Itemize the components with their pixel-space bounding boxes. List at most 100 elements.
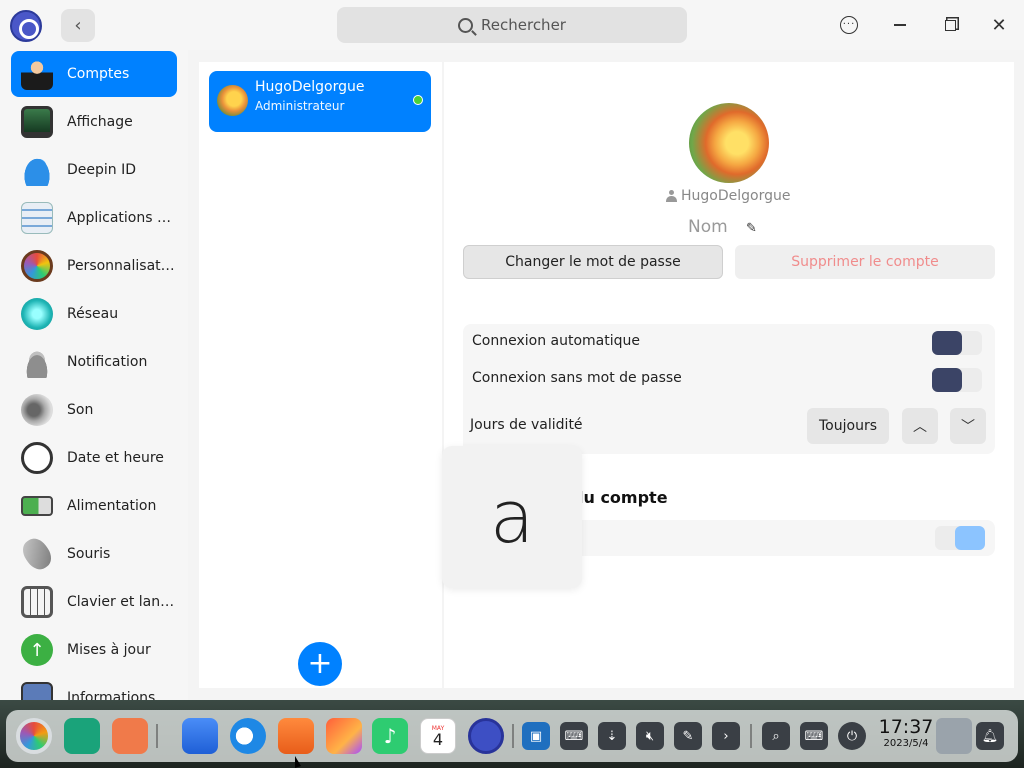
sidebar-item-souris[interactable]: Souris — [11, 531, 177, 577]
toggle-knob — [932, 368, 962, 392]
full-name-field[interactable]: Nom — [688, 217, 728, 237]
account-username-text: HugoDelgorgue — [681, 188, 791, 204]
keyboard-layout-icon[interactable]: ⌨ — [800, 722, 828, 750]
workspace-icon[interactable] — [112, 718, 148, 754]
search-placeholder: Rechercher — [481, 16, 566, 34]
ellipsis-circle-icon: ··· — [840, 16, 858, 34]
auto-login-toggle[interactable] — [932, 331, 982, 355]
sidebar-item-notification[interactable]: Notification — [11, 339, 177, 385]
sidebar-item-informations[interactable]: Informations — [11, 675, 177, 700]
dock-separator — [750, 724, 752, 748]
music-icon[interactable]: ♪ — [372, 718, 408, 754]
sidebar-item-affichage[interactable]: Affichage — [11, 99, 177, 145]
key-preview-popup: a — [442, 446, 582, 588]
account-avatar[interactable] — [689, 103, 769, 183]
sidebar-item-label: Clavier et lang... — [67, 594, 177, 610]
section-title: lu compte — [578, 488, 668, 507]
default-apps-icon — [21, 202, 53, 234]
account-username: HugoDelgorgue — [666, 188, 790, 204]
accounts-list-panel: HugoDelgorgue Administrateur + — [199, 62, 442, 688]
trash-icon[interactable] — [936, 718, 972, 754]
info-icon — [21, 682, 53, 700]
app-store-icon[interactable] — [278, 718, 314, 754]
sidebar-item-label: Personnalisati... — [67, 258, 177, 274]
sidebar-item-label: Affichage — [67, 114, 133, 130]
accounts-icon — [21, 58, 53, 90]
clock-icon — [21, 442, 53, 474]
sidebar-item-personnalisation[interactable]: Personnalisati... — [11, 243, 177, 289]
account-setting-toggle[interactable] — [935, 526, 985, 550]
image-viewer-icon[interactable] — [326, 718, 362, 754]
search-input[interactable]: Rechercher — [337, 7, 687, 43]
user-list-item[interactable]: HugoDelgorgue Administrateur — [209, 71, 431, 132]
dock-separator — [512, 724, 514, 748]
onscreen-keyboard-icon[interactable]: ⌨ — [560, 722, 588, 750]
power-icon[interactable]: ⏻ — [838, 722, 866, 750]
no-password-login-label: Connexion sans mot de passe — [472, 370, 682, 386]
sidebar-item-clavier[interactable]: Clavier et lang... — [11, 579, 177, 625]
no-password-login-toggle[interactable] — [932, 368, 982, 392]
multitasking-icon[interactable] — [64, 718, 100, 754]
usb-icon[interactable]: ⇣ — [598, 722, 626, 750]
plus-icon: + — [307, 646, 333, 681]
auto-login-label: Connexion automatique — [472, 333, 640, 349]
back-button[interactable]: ‹ — [61, 9, 95, 42]
validity-decrease-button[interactable]: ﹀ — [950, 408, 986, 444]
sidebar-item-son[interactable]: Son — [11, 387, 177, 433]
browser-icon[interactable] — [230, 718, 266, 754]
dock-clock[interactable]: 17:37 2023/5/4 — [878, 716, 934, 750]
sidebar-item-label: Son — [67, 402, 94, 418]
add-account-button[interactable]: + — [298, 642, 342, 686]
calendar-icon[interactable]: MAY 4 — [420, 718, 456, 754]
palette-icon — [21, 250, 53, 282]
user-role: Administrateur — [255, 99, 345, 113]
sidebar-item-label: Mises à jour — [67, 642, 151, 658]
sidebar-item-label: Date et heure — [67, 450, 164, 466]
validity-label: Jours de validité — [470, 417, 583, 433]
edit-pencil-icon[interactable]: ✎ — [746, 221, 757, 236]
restore-button[interactable] — [937, 12, 963, 38]
search-tray-icon[interactable]: ⌕ — [762, 722, 790, 750]
screenshot-icon[interactable]: ▣ — [522, 722, 550, 750]
sidebar-item-reseau[interactable]: Réseau — [11, 291, 177, 337]
sidebar-item-label: Alimentation — [67, 498, 157, 514]
close-button[interactable]: ✕ — [986, 12, 1012, 38]
sidebar-item-label: Comptes — [67, 66, 130, 82]
toggle-knob — [955, 526, 985, 550]
minimize-button[interactable] — [887, 12, 913, 38]
sidebar-item-label: Souris — [67, 546, 111, 562]
launcher-icon[interactable] — [16, 718, 52, 754]
volume-muted-icon[interactable]: 🔇︎ — [636, 722, 664, 750]
delete-account-button[interactable]: Supprimer le compte — [735, 245, 995, 279]
bell-icon — [21, 346, 53, 378]
sidebar-item-date-heure[interactable]: Date et heure — [11, 435, 177, 481]
chevron-down-icon: ﹀ — [961, 419, 975, 435]
validity-select[interactable]: Toujours — [807, 408, 889, 444]
main-menu-button[interactable]: ··· — [836, 12, 862, 38]
person-icon — [666, 190, 677, 202]
sidebar-item-label: Applications p... — [67, 210, 177, 226]
sidebar-item-mises-a-jour[interactable]: ↑ Mises à jour — [11, 627, 177, 673]
sidebar-item-comptes[interactable]: Comptes — [11, 51, 177, 97]
sidebar-item-alimentation[interactable]: Alimentation — [11, 483, 177, 529]
file-manager-icon[interactable] — [182, 718, 218, 754]
cloud-icon — [21, 154, 53, 186]
login-settings-group: Connexion automatique Connexion sans mot… — [463, 324, 995, 454]
validity-increase-button[interactable]: ︿ — [902, 408, 938, 444]
calendar-day: 4 — [432, 729, 444, 749]
tray-expand-icon[interactable]: › — [712, 722, 740, 750]
brush-icon[interactable]: ✎ — [674, 722, 702, 750]
control-center-icon[interactable] — [468, 718, 504, 754]
sidebar-item-deepin-id[interactable]: Deepin ID — [11, 147, 177, 193]
keyboard-icon — [21, 586, 53, 618]
sidebar-item-label: Notification — [67, 354, 148, 370]
notification-bell-icon[interactable]: 🔔︎ — [976, 722, 1004, 750]
user-name: HugoDelgorgue — [255, 79, 365, 95]
sidebar-item-applications[interactable]: Applications p... — [11, 195, 177, 241]
chevron-left-icon: ‹ — [74, 15, 82, 36]
change-password-button[interactable]: Changer le mot de passe — [463, 245, 723, 279]
update-arrow-icon: ↑ — [21, 634, 53, 666]
control-center-logo-icon — [10, 10, 42, 42]
sidebar-item-label: Informations — [67, 690, 156, 700]
account-detail-panel: HugoDelgorgue Nom ✎ Changer le mot de pa… — [444, 62, 1014, 688]
